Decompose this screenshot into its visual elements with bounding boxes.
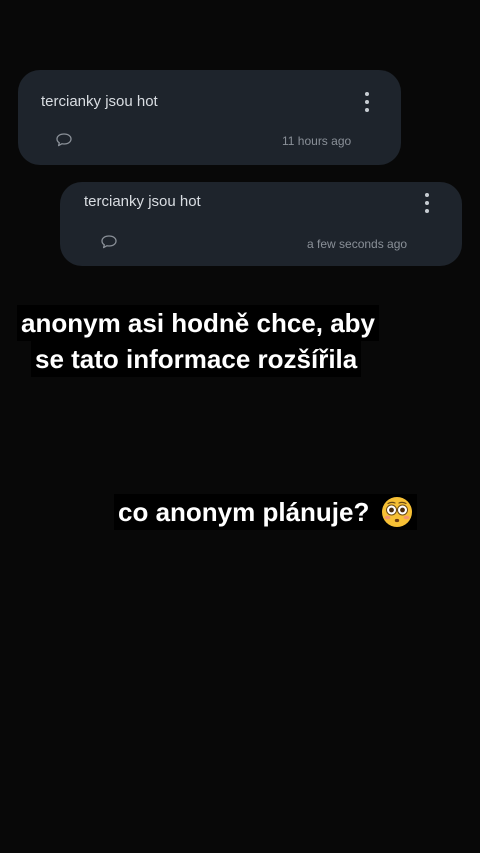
story-canvas: tercianky jsou hot 11 hours ago terciank… — [0, 0, 480, 853]
caption-question-text: co anonym plánuje? — [118, 497, 370, 527]
caption-line-1: anonym asi hodně chce, aby — [17, 305, 379, 341]
caption-question: co anonym plánuje? — [114, 494, 417, 530]
flushed-face-emoji-icon — [381, 497, 412, 527]
post-timestamp: a few seconds ago — [307, 237, 408, 251]
post-card-newer[interactable]: tercianky jsou hot a few seconds ago — [60, 182, 462, 266]
more-vert-icon[interactable] — [364, 92, 370, 114]
comment-icon[interactable] — [100, 234, 118, 250]
post-text: tercianky jsou hot — [41, 93, 158, 110]
post-timestamp: 11 hours ago — [282, 134, 352, 148]
post-text: tercianky jsou hot — [84, 193, 201, 210]
comment-icon[interactable] — [55, 132, 73, 148]
post-card-older[interactable]: tercianky jsou hot 11 hours ago — [18, 70, 401, 165]
caption-line-2: se tato informace rozšířila — [31, 341, 362, 377]
more-vert-icon[interactable] — [424, 193, 430, 215]
